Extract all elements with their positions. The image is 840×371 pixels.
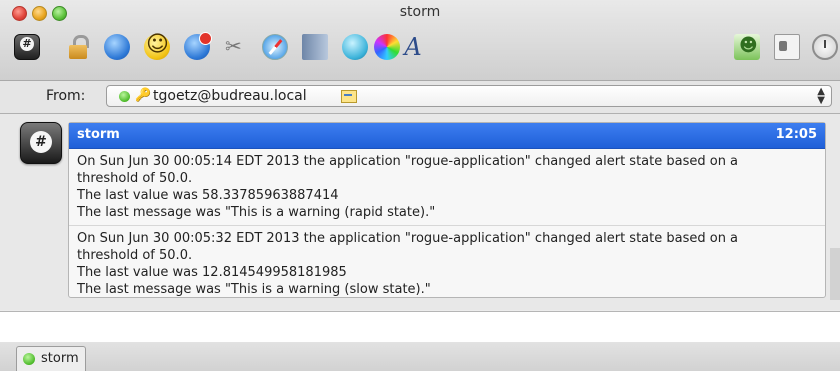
message-line: The last value was 58.33785963887414 bbox=[77, 188, 339, 203]
message-line: On Sun Jun 30 00:05:32 EDT 2013 the appl… bbox=[77, 231, 739, 246]
clock-icon[interactable] bbox=[812, 34, 838, 60]
tab-storm[interactable]: storm bbox=[16, 346, 86, 371]
chat-bubble-icon[interactable] bbox=[104, 34, 130, 60]
message-line: On Sun Jun 30 00:05:14 EDT 2013 the appl… bbox=[77, 154, 739, 169]
message-line: The last value was 12.814549958181985 bbox=[77, 265, 347, 280]
message-entry: On Sun Jun 30 00:05:32 EDT 2013 the appl… bbox=[69, 225, 825, 302]
contact-icon[interactable] bbox=[734, 34, 760, 60]
card-icon[interactable] bbox=[774, 34, 800, 60]
select-arrows-icon: ▲ ▼ bbox=[817, 86, 825, 106]
safari-icon[interactable] bbox=[262, 34, 288, 60]
message-group: storm 12:05 On Sun Jun 30 00:05:14 EDT 2… bbox=[68, 122, 826, 298]
message-line: The last message was "This is a warning … bbox=[77, 282, 431, 297]
message-time: 12:05 bbox=[775, 127, 817, 142]
status-available-icon bbox=[23, 353, 35, 365]
block-icon[interactable] bbox=[184, 32, 212, 60]
tab-label: storm bbox=[41, 351, 79, 366]
smiley-icon[interactable] bbox=[144, 32, 170, 60]
tab-bar: storm bbox=[0, 342, 840, 371]
sender-avatar bbox=[20, 122, 62, 164]
from-bar: From: 🔑 tgoetz@budreau.local ▲ ▼ bbox=[0, 81, 840, 114]
key-icon: 🔑 bbox=[135, 88, 152, 103]
plug-icon[interactable] bbox=[222, 34, 248, 60]
scrollbar[interactable] bbox=[830, 248, 840, 300]
message-sender: storm bbox=[77, 127, 120, 142]
font-icon[interactable]: A bbox=[400, 34, 426, 60]
message-line: The last message was "This is a warning … bbox=[77, 205, 436, 220]
vcard-icon bbox=[341, 90, 357, 103]
status-available-icon bbox=[119, 91, 130, 102]
message-header: storm 12:05 bbox=[69, 123, 825, 149]
window-titlebar: storm A bbox=[0, 0, 840, 81]
blue-ball-icon[interactable] bbox=[342, 34, 368, 60]
from-account-select[interactable]: 🔑 tgoetz@budreau.local ▲ ▼ bbox=[106, 85, 832, 107]
from-label: From: bbox=[46, 88, 86, 104]
color-wheel-icon[interactable] bbox=[374, 34, 400, 60]
from-account-value: tgoetz@budreau.local bbox=[153, 88, 307, 104]
address-book-icon[interactable] bbox=[302, 34, 328, 60]
message-line: threshold of 50.0. bbox=[77, 171, 193, 186]
message-entry: On Sun Jun 30 00:05:14 EDT 2013 the appl… bbox=[69, 149, 825, 225]
dial-icon[interactable] bbox=[14, 34, 40, 60]
message-line: threshold of 50.0. bbox=[77, 248, 193, 263]
message-history[interactable]: storm 12:05 On Sun Jun 30 00:05:14 EDT 2… bbox=[0, 114, 840, 310]
window-title: storm bbox=[399, 4, 441, 20]
message-input[interactable] bbox=[0, 311, 840, 343]
lock-icon[interactable] bbox=[66, 34, 92, 60]
